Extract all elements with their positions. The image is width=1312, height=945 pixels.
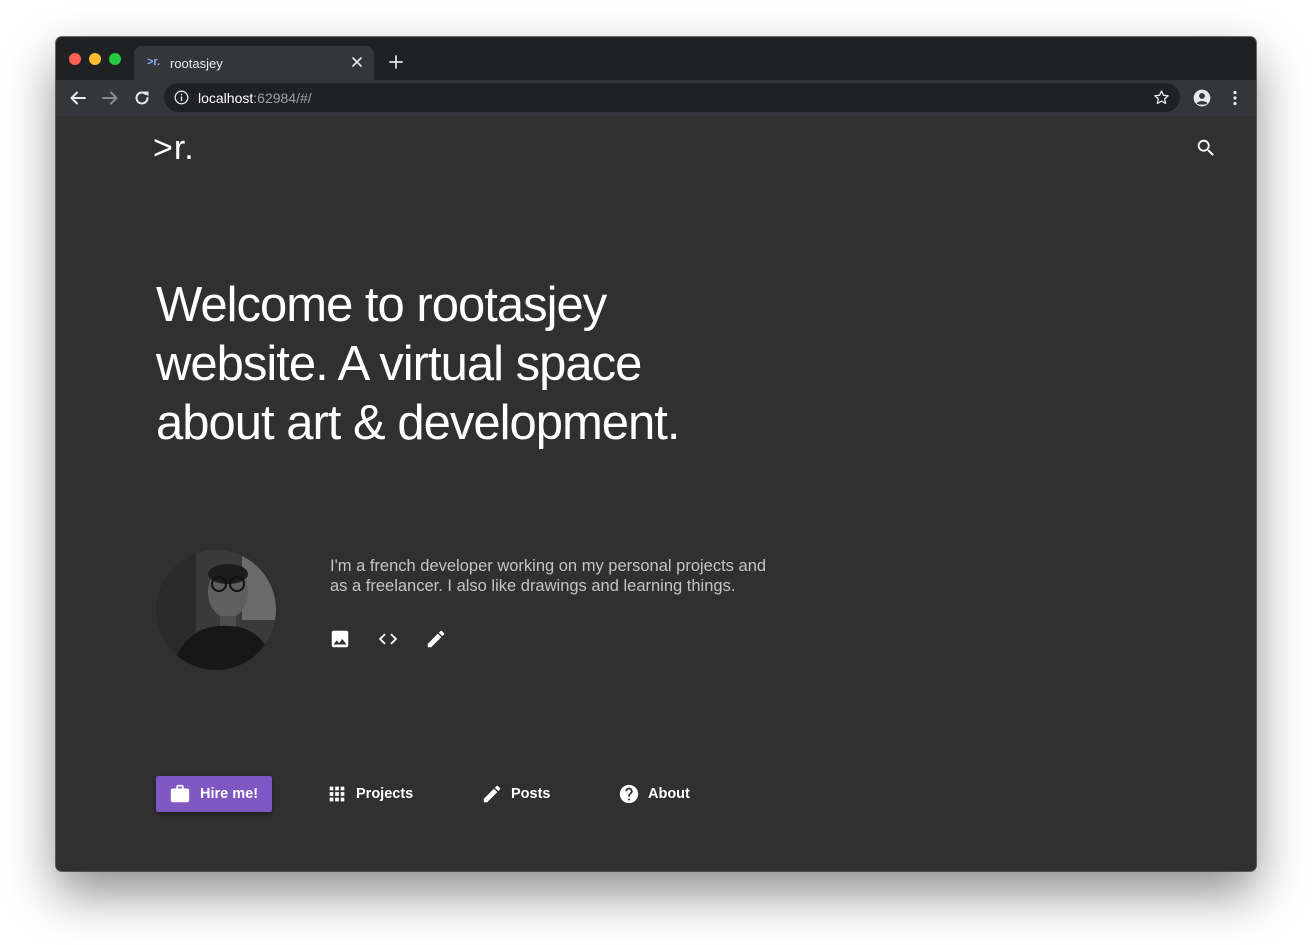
star-icon[interactable] <box>1153 89 1170 106</box>
address-bar[interactable]: localhost:62984/#/ <box>164 83 1180 112</box>
pencil-icon[interactable] <box>425 628 447 650</box>
tab-title: rootasjey <box>170 56 223 71</box>
nav-posts-label: Posts <box>511 786 551 802</box>
apps-grid-icon <box>329 786 345 802</box>
back-arrow-icon[interactable] <box>69 89 87 107</box>
tab-rootasjey[interactable]: >r. rootasjey <box>134 46 374 80</box>
nav-projects-label: Projects <box>356 786 414 802</box>
avatar <box>156 550 276 670</box>
image-icon[interactable] <box>329 628 351 650</box>
plus-icon[interactable] <box>388 54 404 70</box>
maximize-window-button[interactable] <box>109 53 121 65</box>
code-icon[interactable] <box>377 628 399 650</box>
more-vert-icon[interactable] <box>1226 89 1244 107</box>
reload-icon[interactable] <box>133 89 151 107</box>
avatar-photo <box>156 550 276 670</box>
url-host: localhost <box>198 90 254 106</box>
briefcase-icon <box>170 784 190 803</box>
account-circle-icon[interactable] <box>1192 88 1212 108</box>
favicon: >r. <box>147 56 161 68</box>
url-text: localhost:62984/#/ <box>198 90 312 106</box>
hire-me-label: Hire me! <box>200 786 259 802</box>
minimize-window-button[interactable] <box>89 53 101 65</box>
info-icon[interactable] <box>174 90 189 105</box>
close-window-button[interactable] <box>69 53 81 65</box>
pencil-icon <box>483 785 501 803</box>
nav-about-label: About <box>648 786 690 802</box>
help-circle-icon <box>619 784 639 804</box>
forward-arrow-icon[interactable] <box>101 89 119 107</box>
hero-title: Welcome to rootasjey website. A virtual … <box>156 278 681 450</box>
page-content: >r. Welcome to rootasjey website. A virt… <box>56 116 1256 871</box>
browser-toolbar: localhost:62984/#/ <box>56 80 1256 116</box>
site-logo[interactable]: >r. <box>153 128 195 168</box>
close-icon[interactable] <box>350 55 364 69</box>
bio-text: I'm a french developer working on my per… <box>330 557 767 595</box>
hire-me-button[interactable]: Hire me! <box>156 776 272 812</box>
search-icon[interactable] <box>1195 137 1217 159</box>
url-path: :62984/#/ <box>253 90 312 106</box>
browser-window: >r. rootasjey localhost:62984/#/ >r. Wel… <box>56 37 1256 871</box>
tab-strip: >r. rootasjey <box>56 37 1256 80</box>
